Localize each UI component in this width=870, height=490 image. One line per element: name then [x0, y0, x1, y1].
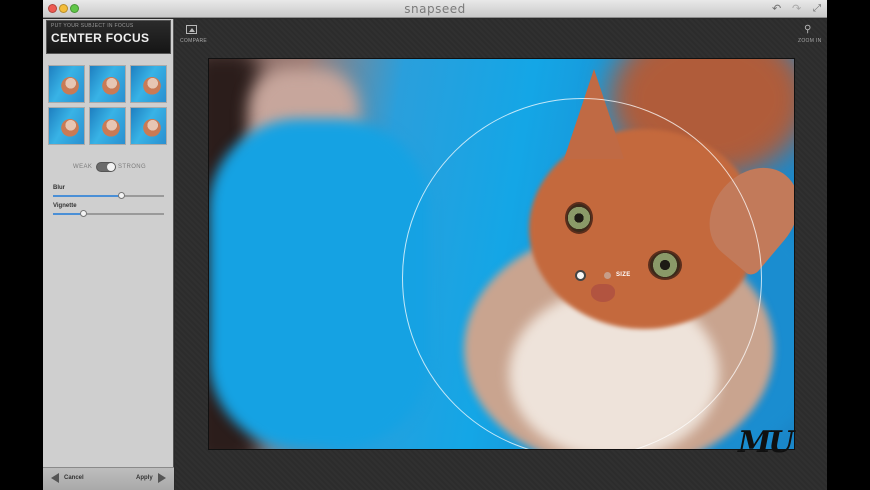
filter-header: PUT YOUR SUBJECT IN FOCUS CENTER FOCUS [46, 20, 171, 54]
size-label: SIZE [616, 272, 631, 278]
zoom-in-label[interactable]: ZOOM IN [798, 38, 822, 44]
size-handle[interactable] [604, 272, 611, 279]
fullscreen-icon[interactable]: ⤢ [813, 3, 821, 15]
cancel-arrow-icon[interactable] [51, 473, 59, 483]
preset-thumbnail[interactable] [89, 107, 126, 145]
preset-thumbnail[interactable] [89, 65, 126, 103]
photo-region [209, 119, 429, 449]
undo-icon[interactable]: ↶ [772, 3, 781, 15]
strong-label: STRONG [118, 164, 147, 170]
strength-toggle[interactable] [96, 162, 116, 172]
app-window: snapseed ↶ ↷ ⤢ PUT YOUR SUBJECT IN FOCUS… [43, 0, 827, 490]
toggle-knob [107, 163, 115, 171]
vignette-slider[interactable] [53, 210, 164, 217]
preset-thumbnail[interactable] [130, 107, 167, 145]
compare-label[interactable]: COMPARE [180, 38, 207, 44]
blur-slider[interactable] [53, 192, 164, 199]
compare-icon[interactable] [186, 25, 197, 34]
filter-title: CENTER FOCUS [51, 31, 150, 45]
watermark-logo: MU [738, 425, 794, 460]
zoom-search-icon[interactable]: ⚲ [804, 24, 811, 35]
filter-sidebar: PUT YOUR SUBJECT IN FOCUS CENTER FOCUS W… [43, 19, 174, 490]
preset-thumbnail[interactable] [48, 107, 85, 145]
preset-thumbnail[interactable] [48, 65, 85, 103]
redo-icon[interactable]: ↷ [792, 3, 801, 15]
focus-center-handle[interactable] [575, 270, 586, 281]
weak-label: WEAK [73, 164, 93, 170]
apply-arrow-icon[interactable] [158, 473, 166, 483]
preset-thumbnail[interactable] [130, 65, 167, 103]
strength-control: WEAK STRONG [43, 161, 174, 175]
slider-handle[interactable] [118, 192, 125, 199]
title-bar: snapseed ↶ ↷ ⤢ [43, 0, 827, 18]
apply-button[interactable]: Apply [136, 475, 153, 481]
slider-fill [53, 195, 122, 197]
slider-handle[interactable] [80, 210, 87, 217]
bottom-action-bar: Cancel Apply [43, 467, 174, 490]
photo-preview[interactable]: SIZE [208, 58, 795, 450]
cancel-button[interactable]: Cancel [64, 475, 84, 481]
app-title: snapseed [404, 2, 466, 16]
blur-label: Blur [53, 185, 65, 191]
filter-subtitle: PUT YOUR SUBJECT IN FOCUS [51, 23, 134, 29]
vignette-label: Vignette [53, 203, 77, 209]
image-canvas: COMPARE ⚲ ZOOM IN SIZE [175, 19, 827, 490]
